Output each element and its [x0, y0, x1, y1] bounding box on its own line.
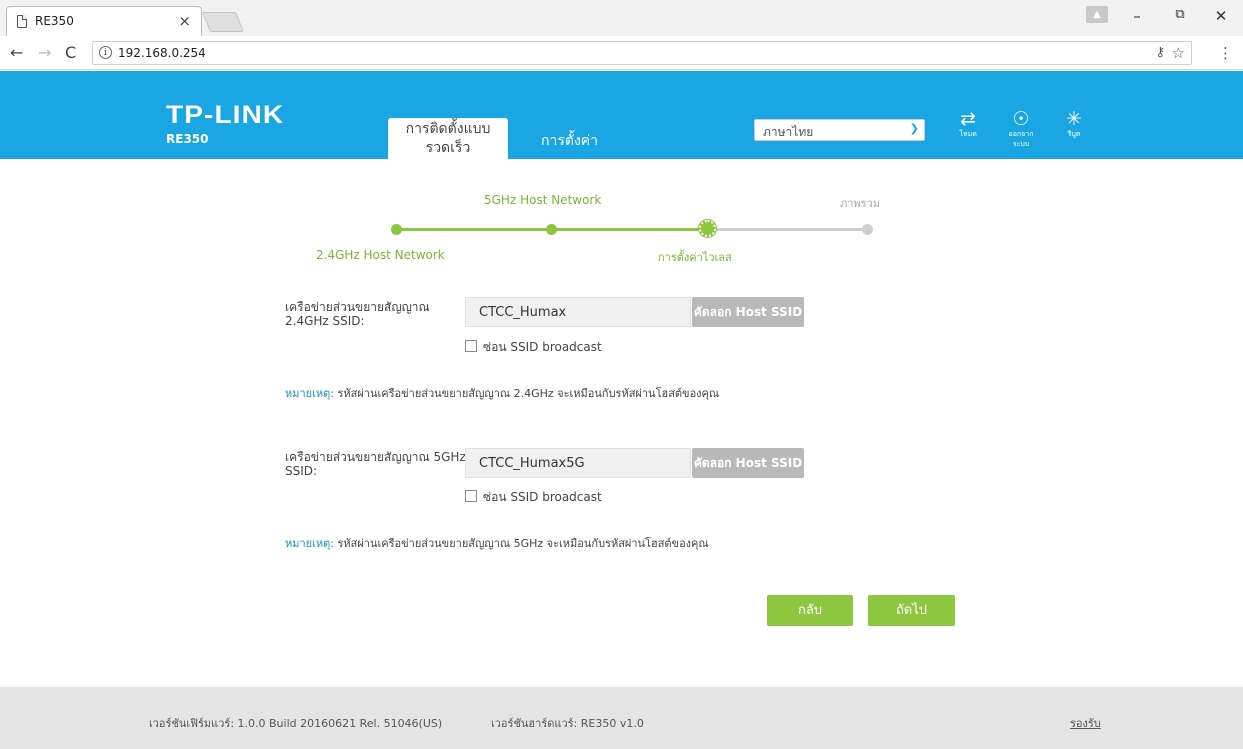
mode-icon: ⇄	[960, 108, 976, 130]
copy-host-ssid-5-button[interactable]: คัดลอก Host SSID	[692, 448, 804, 478]
hide-ssid24-checkbox[interactable]	[465, 340, 477, 352]
chevron-down-icon: ❯	[909, 122, 919, 135]
close-window-icon[interactable]: ✕	[1211, 7, 1231, 25]
logout-icon: ☉	[1012, 108, 1030, 130]
progress-track-pending	[708, 228, 868, 231]
tab-quick-setup-label-2: รวดเร็ว	[425, 140, 471, 156]
ssid24-label: เครือข่ายส่วนขยายสัญญาณ 2.4GHz SSID:	[285, 300, 430, 328]
tab-settings[interactable]: การตั้งค่า	[541, 130, 598, 152]
reboot-button[interactable]: ✳ รีบูต	[1056, 109, 1092, 139]
tab-title: RE350	[35, 14, 74, 28]
page-icon	[17, 15, 27, 28]
reboot-label: รีบูต	[1067, 130, 1081, 138]
browser-tab[interactable]: RE350 ×	[6, 6, 202, 36]
back-icon[interactable]: ←	[10, 43, 23, 62]
new-tab-button[interactable]	[201, 12, 245, 32]
url-text: 192.168.0.254	[118, 46, 206, 60]
ssid24-label-line2: 2.4GHz SSID:	[285, 314, 365, 328]
footer: เวอร์ชันเฟิร์มแวร์: 1.0.0 Build 20160621…	[0, 687, 1243, 749]
logout-label-1: ออกจาก	[1008, 130, 1034, 138]
step-label-summary: ภาพรวม	[840, 197, 881, 210]
next-button[interactable]: ถัดไป	[868, 595, 955, 626]
reload-icon[interactable]: C	[65, 43, 76, 62]
tab-close-icon[interactable]: ×	[178, 12, 191, 30]
mode-button[interactable]: ⇄ โหมด	[950, 109, 986, 139]
note-5ghz: หมายเหตุ: รหัสผ่านเครือข่ายส่วนขยายสัญญา…	[285, 534, 709, 552]
language-value: ภาษาไทย	[763, 125, 814, 139]
firmware-version: เวอร์ชันเฟิร์มแวร์: 1.0.0 Build 20160621…	[149, 717, 443, 730]
note-5ghz-key: หมายเหตุ:	[285, 537, 334, 550]
step-label-wireless: การตั้งค่าไวเลส	[658, 251, 732, 264]
copy-host-ssid-24-button[interactable]: คัดลอก Host SSID	[692, 297, 804, 327]
user-icon[interactable]: ▲	[1086, 6, 1108, 23]
url-input[interactable]: i 192.168.0.254 ⚷ ☆	[92, 41, 1192, 65]
ssid5-label-line1: เครือข่ายส่วนขยายสัญญาณ 5GHz	[285, 450, 466, 464]
address-bar-row: ← → C i 192.168.0.254 ⚷ ☆ ⋮	[0, 36, 1243, 70]
key-icon[interactable]: ⚷	[1155, 45, 1165, 60]
browser-tabstrip: RE350 × ▲ – ⧉ ✕	[0, 0, 1243, 36]
step-dot-4	[862, 224, 873, 235]
minimize-icon[interactable]: –	[1127, 7, 1147, 25]
support-link[interactable]: รองรับ	[1070, 714, 1101, 732]
mode-label: โหมด	[959, 130, 977, 138]
hide-ssid24-label: ซ่อน SSID broadcast	[483, 340, 602, 354]
note-24ghz: หมายเหตุ: รหัสผ่านเครือข่ายส่วนขยายสัญญา…	[285, 384, 719, 402]
ssid24-input[interactable]: CTCC_Humax	[465, 297, 691, 327]
tab-quick-setup-label-1: การติดตั้งแบบ	[405, 121, 491, 137]
restore-icon[interactable]: ⧉	[1170, 7, 1190, 22]
info-icon[interactable]: i	[99, 46, 112, 59]
back-button[interactable]: กลับ	[767, 595, 853, 626]
hardware-version: เวอร์ชันฮาร์ดแวร์: RE350 v1.0	[491, 717, 644, 730]
ssid5-input[interactable]: CTCC_Humax5G	[465, 448, 691, 478]
ssid5-label: เครือข่ายส่วนขยายสัญญาณ 5GHz SSID:	[285, 450, 466, 478]
note-5ghz-text: รหัสผ่านเครือข่ายส่วนขยายสัญญาณ 5GHz จะเ…	[337, 537, 709, 550]
step-label-5ghz: 5GHz Host Network	[484, 193, 602, 207]
step-dot-2	[546, 224, 557, 235]
step-label-24ghz: 2.4GHz Host Network	[316, 248, 445, 262]
menu-icon[interactable]: ⋮	[1218, 44, 1233, 62]
note-24ghz-key: หมายเหตุ:	[285, 387, 334, 400]
language-select[interactable]: ภาษาไทย ❯	[754, 119, 925, 141]
step-dot-3-current	[699, 220, 716, 237]
router-header: TP-LINK RE350 การติดตั้งแบบ รวดเร็ว การต…	[0, 71, 1243, 159]
hide-ssid5-label: ซ่อน SSID broadcast	[483, 490, 602, 504]
brand-logo: TP-LINK	[166, 101, 285, 129]
forward-icon[interactable]: →	[38, 43, 51, 62]
hide-ssid5-checkbox[interactable]	[465, 490, 477, 502]
ssid5-label-line2: SSID:	[285, 464, 318, 478]
reboot-icon: ✳	[1066, 108, 1082, 130]
tab-quick-setup[interactable]: การติดตั้งแบบ รวดเร็ว	[388, 118, 508, 159]
logout-button[interactable]: ☉ ออกจาก ระบบ	[1003, 109, 1039, 149]
note-24ghz-text: รหัสผ่านเครือข่ายส่วนขยายสัญญาณ 2.4GHz จ…	[337, 387, 720, 400]
logout-label-2: ระบบ	[1012, 140, 1030, 148]
model-name: RE350	[166, 132, 209, 146]
step-dot-1	[391, 224, 402, 235]
star-icon[interactable]: ☆	[1172, 44, 1185, 62]
ssid24-label-line1: เครือข่ายส่วนขยายสัญญาณ	[285, 300, 430, 314]
